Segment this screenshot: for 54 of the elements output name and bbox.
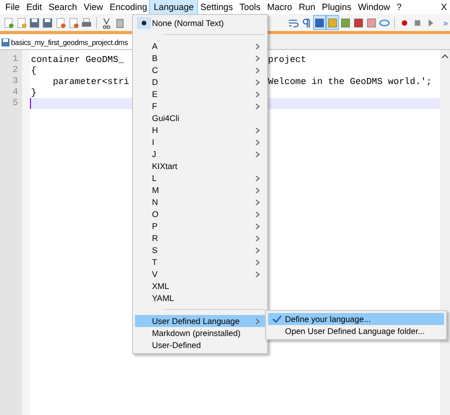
menu-item[interactable]: B xyxy=(135,52,265,64)
menu-item[interactable]: Open User Defined Language folder... xyxy=(268,325,444,337)
code-text: container GeoDMS_ xyxy=(31,54,124,65)
menu-item[interactable]: Markdown (preinstalled) xyxy=(135,327,265,339)
menu-item[interactable]: A xyxy=(135,40,265,52)
menu-item[interactable]: Search xyxy=(45,0,80,14)
menu-item[interactable]: P xyxy=(135,220,265,232)
menu-item[interactable]: Language xyxy=(150,0,198,14)
menu-item[interactable]: XML xyxy=(135,280,265,292)
menu-item[interactable]: J xyxy=(135,148,265,160)
line-number: 5 xyxy=(12,98,19,109)
menu-item[interactable]: Plugins xyxy=(318,0,355,14)
menu-item[interactable]: F xyxy=(135,100,265,112)
code-text: Welcome in the GeoDMS world.'; xyxy=(268,76,432,87)
line-number: 1 xyxy=(12,54,19,65)
code-text: project xyxy=(268,54,306,65)
menu-item[interactable]: ? xyxy=(393,0,405,14)
menu-item[interactable]: File xyxy=(2,0,24,14)
code-text: { xyxy=(31,65,36,76)
menu-item[interactable]: I xyxy=(135,136,265,148)
menu-item[interactable]: O xyxy=(135,208,265,220)
line-number: 2 xyxy=(12,65,19,76)
menu-item[interactable]: View xyxy=(80,0,106,14)
code-text: } xyxy=(31,87,36,98)
menu-item[interactable]: C xyxy=(135,64,265,76)
menu-item[interactable]: L xyxy=(135,172,265,184)
line-number: 3 xyxy=(12,76,19,87)
menu-item[interactable]: Tools xyxy=(236,0,264,14)
menu-item[interactable]: E xyxy=(135,88,265,100)
menu-item[interactable]: User-Defined xyxy=(135,339,265,351)
line-number: 4 xyxy=(12,87,19,98)
menu-item[interactable]: N xyxy=(135,196,265,208)
menu-item[interactable]: User Defined Language xyxy=(135,315,265,327)
code-text: parameter<stri xyxy=(52,76,130,87)
menu-item[interactable]: M xyxy=(135,184,265,196)
menu-item[interactable]: S xyxy=(135,244,265,256)
menu-item[interactable]: Settings xyxy=(197,0,236,14)
menu-item[interactable]: Macro xyxy=(264,0,296,14)
menu-item[interactable]: T xyxy=(135,256,265,268)
menu-item[interactable]: Window xyxy=(354,0,394,14)
close-button[interactable]: X xyxy=(440,2,447,12)
menu-item[interactable]: H xyxy=(135,124,265,136)
menu-item[interactable]: D xyxy=(135,76,265,88)
menu-item[interactable]: Define your language... xyxy=(268,313,444,325)
menu-item[interactable]: None (Normal Text) xyxy=(135,17,265,29)
menu-item[interactable]: YAML xyxy=(135,292,265,304)
menu-item[interactable]: V xyxy=(135,268,265,280)
menu-item[interactable]: Encoding xyxy=(106,0,150,14)
overflow-button[interactable]: » xyxy=(442,18,448,28)
menu-item[interactable]: Gui4Cli xyxy=(135,112,265,124)
menu-item[interactable]: R xyxy=(135,232,265,244)
menu-item[interactable]: KIXtart xyxy=(135,160,265,172)
menu-item[interactable]: Edit xyxy=(23,0,46,14)
menu-item[interactable]: Run xyxy=(295,0,319,14)
